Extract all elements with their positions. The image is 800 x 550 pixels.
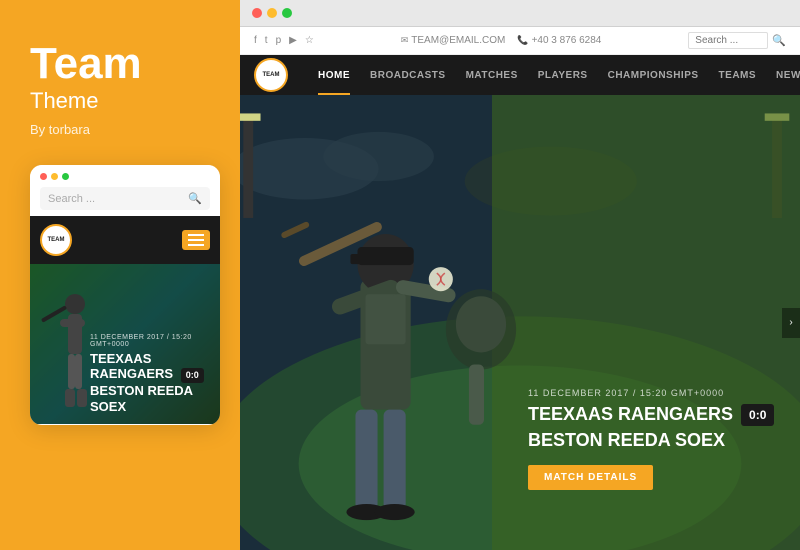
mobile-score-badge: 0:0 xyxy=(181,368,204,383)
hero-teams-row: TEEXAAS RAENGAERS 0:0 xyxy=(528,404,780,426)
main-nav: TEAM HOME BROADCASTS MATCHES PLAYERS CHA… xyxy=(240,55,800,95)
match-details-button[interactable]: MATCH DETAILS xyxy=(528,465,653,490)
browser-dot-red xyxy=(252,8,262,18)
bookmark-icon[interactable]: ☆ xyxy=(305,35,314,46)
nav-item-home[interactable]: HOME xyxy=(308,55,360,95)
mobile-search-placeholder: Search ... xyxy=(48,193,95,205)
left-panel: Team Theme By torbara Search ... 🔍 TEAM xyxy=(0,0,240,550)
mobile-dot-red xyxy=(40,173,47,180)
contact-email: ✉ TEAM@EMAIL.COM xyxy=(401,35,506,46)
hero-date: 11 DECEMBER 2017 / 15:20 GMT+0000 xyxy=(528,388,780,398)
mobile-hero: 11 DECEMBER 2017 / 15:20 GMT+0000 TEEXAA… xyxy=(30,264,220,424)
nav-item-teams[interactable]: TEAMS xyxy=(709,55,767,95)
mobile-search-icon: 🔍 xyxy=(188,192,202,205)
desktop-search-input[interactable] xyxy=(688,32,768,49)
hero-batter-figure xyxy=(240,118,531,550)
nav-item-matches[interactable]: MATCHES xyxy=(456,55,528,95)
mobile-preview: Search ... 🔍 TEAM xyxy=(30,165,220,425)
utility-social-icons: f t p ▶ ☆ xyxy=(254,35,314,46)
mobile-hero-date: 11 DECEMBER 2017 / 15:20 GMT+0000 xyxy=(90,334,210,348)
theme-subtitle: Theme xyxy=(30,88,210,114)
pinterest-icon[interactable]: p xyxy=(276,35,282,46)
utility-search[interactable]: 🔍 xyxy=(688,32,786,49)
mobile-search-bar[interactable]: Search ... 🔍 xyxy=(40,187,210,210)
nav-logo: TEAM xyxy=(254,58,288,92)
nav-item-players[interactable]: PLAYERS xyxy=(528,55,598,95)
browser-chrome xyxy=(240,0,800,27)
slider-next-arrow[interactable]: › xyxy=(782,308,800,338)
theme-author: By torbara xyxy=(30,122,210,137)
mobile-nav: TEAM xyxy=(30,216,220,264)
nav-item-broadcasts[interactable]: BROADCASTS xyxy=(360,55,456,95)
nav-items: HOME BROADCASTS MATCHES PLAYERS CHAMPION… xyxy=(308,55,800,95)
phone-icon: 📞 xyxy=(517,35,528,46)
mobile-hero-teams: TEEXAAS RAENGAERS 0:0 BESTON REEDA SOEX xyxy=(90,351,210,415)
nav-item-championships[interactable]: CHAMPIONSHIPS xyxy=(598,55,709,95)
facebook-icon[interactable]: f xyxy=(254,35,257,46)
theme-title: Team xyxy=(30,40,210,88)
youtube-icon[interactable]: ▶ xyxy=(289,35,297,46)
mobile-hamburger[interactable] xyxy=(182,230,210,250)
right-panel: f t p ▶ ☆ ✉ TEAM@EMAIL.COM 📞 +40 3 876 6… xyxy=(240,0,800,550)
hero-team2: BESTON REEDA SOEX xyxy=(528,430,780,451)
browser-dot-green xyxy=(282,8,292,18)
browser-dot-yellow xyxy=(267,8,277,18)
hero-score: 0:0 xyxy=(741,404,774,426)
hero-team1: TEEXAAS RAENGAERS xyxy=(528,404,733,426)
contact-phone: 📞 +40 3 876 6284 xyxy=(517,35,601,46)
nav-item-news[interactable]: NEWS xyxy=(766,55,800,95)
mobile-dot-green xyxy=(62,173,69,180)
email-icon: ✉ xyxy=(401,35,409,46)
utility-bar: f t p ▶ ☆ ✉ TEAM@EMAIL.COM 📞 +40 3 876 6… xyxy=(240,27,800,55)
mobile-dot-yellow xyxy=(51,173,58,180)
utility-contact: ✉ TEAM@EMAIL.COM 📞 +40 3 876 6284 xyxy=(401,35,602,46)
mobile-logo: TEAM xyxy=(40,224,72,256)
hero-right-content: 11 DECEMBER 2017 / 15:20 GMT+0000 TEEXAA… xyxy=(528,388,780,490)
hero-section: 11 DECEMBER 2017 / 15:20 GMT+0000 TEEXAA… xyxy=(240,95,800,550)
desktop-search-button[interactable]: 🔍 xyxy=(772,34,786,47)
twitter-icon[interactable]: t xyxy=(265,35,268,46)
